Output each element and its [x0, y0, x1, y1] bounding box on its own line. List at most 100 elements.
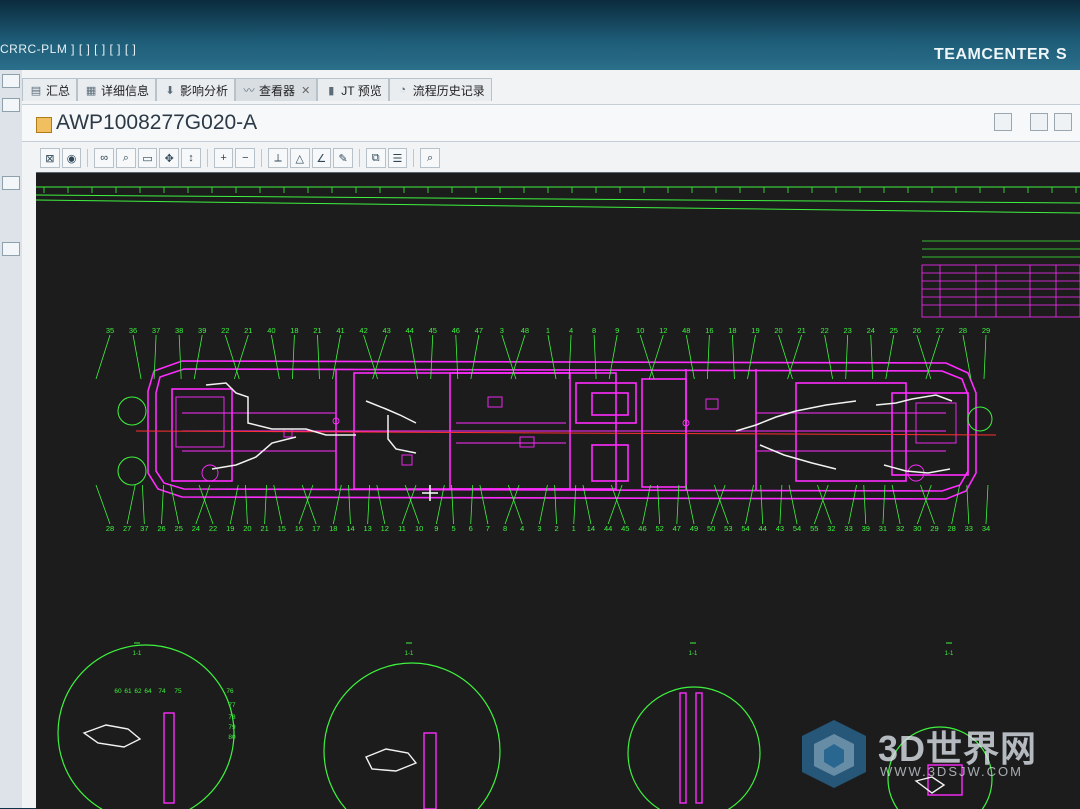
leader-line: [479, 484, 489, 525]
measure-area-icon[interactable]: △: [289, 148, 310, 168]
balloon-label: 12: [381, 524, 389, 533]
leader-line: [273, 484, 283, 525]
compare-icon[interactable]: ⧉: [365, 148, 386, 168]
zoom-in-icon[interactable]: +: [213, 148, 234, 168]
leader-line: [951, 484, 961, 525]
leader-line: [404, 484, 420, 525]
detail-balloon: 79: [228, 724, 236, 731]
balloon-label: 32: [827, 524, 835, 533]
balloon-label: 12: [659, 326, 667, 335]
leader-line: [141, 484, 145, 525]
tab-impact-analysis[interactable]: ⬇ 影响分析: [156, 78, 236, 101]
vertical-pan-icon[interactable]: ↕: [181, 148, 201, 168]
pan-icon[interactable]: ✥: [159, 148, 180, 168]
balloon-label: 21: [260, 524, 268, 533]
balloon-label: 27: [123, 524, 131, 533]
balloon-label: 4: [569, 326, 573, 335]
leader-line: [198, 484, 214, 525]
markup-icon[interactable]: ✎: [333, 148, 353, 168]
balloon-label: 5: [451, 524, 455, 533]
balloon-label: 52: [655, 524, 663, 533]
tab-viewer[interactable]: 〰 查看器 ✕: [235, 78, 318, 101]
fit-view-icon[interactable]: ⊠: [40, 148, 60, 168]
leader-line: [367, 484, 371, 525]
toolbar-divider: [261, 149, 263, 167]
close-icon[interactable]: ✕: [301, 84, 310, 97]
breadcrumb[interactable]: CRRC-PLM ] [ ] [ ] [ ] [ ]: [0, 42, 136, 56]
balloon-label: 27: [936, 326, 944, 335]
section-label: 1-1: [133, 651, 142, 657]
measure-icon[interactable]: ⟂: [268, 148, 288, 168]
settings-icon[interactable]: [994, 113, 1012, 131]
leader-line: [470, 484, 474, 525]
leader-line: [132, 334, 142, 380]
leader-line: [292, 334, 295, 380]
balloon-label: 41: [336, 326, 344, 335]
balloon-label: 24: [867, 326, 875, 335]
leader-line: [170, 484, 180, 525]
tab-label: 汇总: [46, 83, 71, 98]
leader-line: [732, 334, 735, 380]
detail-balloon: 74: [158, 688, 166, 695]
zoom-window-icon[interactable]: ⌕: [116, 148, 136, 168]
balloon-label: 8: [592, 326, 596, 335]
tab-label: 影响分析: [180, 83, 229, 98]
leader-line: [507, 484, 523, 525]
balloon-label: 23: [844, 326, 852, 335]
tab-jt-preview[interactable]: ▮ JT 预览: [317, 78, 389, 101]
detail-balloon: 61: [124, 688, 132, 695]
balloon-label: 45: [429, 326, 437, 335]
collapse-icon[interactable]: [2, 176, 20, 190]
balloon-label: 21: [313, 326, 321, 335]
balloon-label: 30: [913, 524, 921, 533]
check-edit-icon[interactable]: [1030, 113, 1048, 131]
balloon-label: 10: [636, 326, 644, 335]
tab-process-history[interactable]: ◔ 流程历史记录: [388, 78, 492, 101]
section-label: 1-1: [689, 651, 698, 657]
left-rail: [0, 70, 23, 808]
balloon-label: 2: [555, 524, 559, 533]
panel-toggle-icon[interactable]: [2, 242, 20, 256]
jt-preview-icon: ▮: [328, 84, 335, 97]
pin-icon[interactable]: [1054, 113, 1072, 131]
leader-line: [435, 484, 445, 525]
revision-table: [921, 264, 1080, 318]
balloon-label: 36: [129, 326, 137, 335]
leader-line: [778, 334, 793, 380]
app-header: CRRC-PLM ] [ ] [ ] [ ] [ ] TEAMCENTER S: [0, 0, 1080, 70]
leader-line: [966, 484, 970, 525]
layers-icon[interactable]: ☰: [387, 148, 408, 168]
panel-icon[interactable]: [2, 98, 20, 112]
leader-line: [348, 484, 351, 525]
centerline: [135, 430, 997, 436]
balloon-label: 20: [774, 326, 782, 335]
balloon-label: 37: [152, 326, 160, 335]
glasses-icon[interactable]: ∞: [94, 148, 115, 168]
balloon-label: 49: [690, 524, 698, 533]
detail-balloon: 78: [228, 714, 236, 721]
restore-icon[interactable]: [2, 74, 20, 88]
balloon-label: 1: [546, 326, 550, 335]
balloon-label: 46: [452, 326, 460, 335]
balloon-label: 43: [382, 326, 390, 335]
balloon-label: 28: [947, 524, 955, 533]
balloon-label: 53: [724, 524, 732, 533]
zoom-page-icon[interactable]: ▭: [137, 148, 158, 168]
balloon-label: 29: [930, 524, 938, 533]
zoom-out-icon[interactable]: −: [235, 148, 256, 168]
tab-summary[interactable]: ▤ 汇总: [22, 78, 78, 101]
search-icon[interactable]: ⌕: [420, 148, 440, 168]
detail-balloon: 77: [228, 702, 236, 709]
balloon-label: 48: [682, 326, 690, 335]
leader-line: [298, 484, 314, 525]
view-options-icon[interactable]: ◉: [61, 148, 82, 168]
measure-angle-icon[interactable]: ∠: [311, 148, 332, 168]
balloon-label: 54: [793, 524, 801, 533]
balloon-label: 37: [140, 524, 148, 533]
tab-details[interactable]: ▦ 详细信息: [77, 78, 157, 101]
bottom-balloons: 28 27 37 26 25 24 22 19 20 21 15 16 17 18 14 13 12 11 10 9 5…: [106, 524, 990, 533]
balloon-label: 16: [295, 524, 303, 533]
tab-label: 查看器: [259, 83, 296, 98]
leader-line: [885, 334, 895, 380]
balloon-label: 34: [982, 524, 990, 533]
